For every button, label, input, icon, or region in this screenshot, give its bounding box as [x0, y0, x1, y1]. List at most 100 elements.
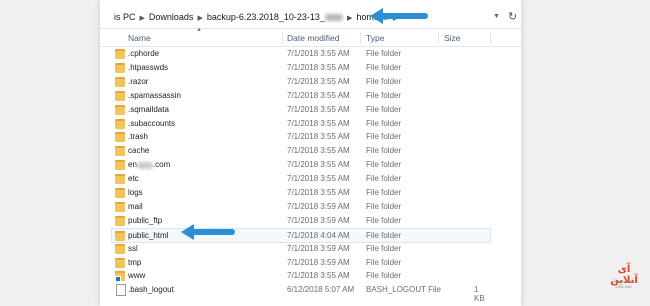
file-row[interactable]: public_html 7/1/2018 4:04 AM File folder: [111, 227, 491, 243]
file-type: File folder: [366, 243, 402, 253]
file-date: 6/12/2018 5:07 AM: [287, 285, 355, 295]
folder-icon: [115, 174, 125, 185]
file-name: tmp: [128, 257, 142, 267]
file-date: 7/1/2018 3:59 AM: [287, 257, 350, 267]
file-date: 7/1/2018 3:59 AM: [287, 201, 350, 211]
file-row[interactable]: .razor 7/1/2018 3:55 AM File folder: [112, 75, 490, 88]
file-date: 7/1/2018 3:59 AM: [287, 215, 350, 225]
file-icon: [116, 284, 126, 297]
file-row[interactable]: cache 7/1/2018 3:55 AM File folder: [112, 144, 490, 157]
folder-icon: [115, 201, 125, 212]
breadcrumb-backup[interactable]: backup-6.23.2018_10-23-13_: [207, 12, 343, 22]
folder-icon: [115, 243, 125, 254]
file-row[interactable]: .htpasswds 7/1/2018 3:55 AM File folder: [112, 61, 490, 74]
folder-icon: [115, 146, 125, 157]
file-date: 7/1/2018 3:55 AM: [287, 160, 350, 170]
file-type: File folder: [366, 160, 402, 170]
column-divider[interactable]: [360, 32, 361, 44]
folder-icon: [115, 132, 125, 143]
column-date[interactable]: Date modified: [287, 33, 339, 43]
breadcrumb: is PC ▶ Downloads ▶ backup-6.23.2018_10-23-1…: [114, 12, 402, 22]
file-row[interactable]: tmp 7/1/2018 3:59 AM File folder: [112, 256, 490, 269]
file-type: File folder: [366, 132, 402, 142]
brand-logo: آی آنلاین IRANHOST ONLINE: [604, 263, 644, 291]
file-row[interactable]: www 7/1/2018 3:55 AM File folder: [112, 269, 490, 283]
file-row[interactable]: mail 7/1/2018 3:59 AM File folder: [112, 200, 490, 213]
column-divider[interactable]: [282, 32, 283, 44]
file-row[interactable]: .trash 7/1/2018 3:55 AM File folder: [112, 130, 490, 143]
folder-icon: [115, 160, 125, 171]
file-type: File folder: [366, 118, 402, 128]
file-row[interactable]: .bash_logout 6/12/2018 5:07 AM BASH_LOGOUT…: [112, 283, 490, 303]
file-type: BASH_LOGOUT File: [366, 285, 441, 295]
file-date: 7/1/2018 3:55 AM: [287, 49, 350, 58]
file-row[interactable]: logs 7/1/2018 3:55 AM File folder: [112, 186, 490, 199]
file-type: File folder: [366, 188, 402, 197]
file-name: public_html: [128, 230, 169, 240]
column-type[interactable]: Type: [366, 33, 384, 43]
file-date: 7/1/2018 4:04 AM: [287, 230, 350, 240]
folder-icon: [115, 215, 125, 226]
breadcrumb-downloads[interactable]: Downloads: [149, 12, 194, 22]
column-size[interactable]: Size: [444, 33, 461, 43]
file-name: .htpasswds: [128, 62, 169, 72]
chevron-right-icon[interactable]: ▶: [140, 15, 145, 22]
folder-icon: [115, 90, 125, 101]
folder-icon: [115, 188, 125, 198]
file-row[interactable]: .spamassassin 7/1/2018 3:55 AM File folder: [112, 89, 490, 102]
folder-shortcut-icon: [115, 271, 125, 283]
file-name: etc: [128, 174, 139, 184]
file-row[interactable]: ssl 7/1/2018 3:59 AM File folder: [112, 242, 490, 255]
file-date: 7/1/2018 3:55 AM: [287, 62, 350, 72]
chevron-right-icon[interactable]: ▶: [197, 15, 202, 22]
file-type: File folder: [366, 49, 402, 58]
file-row[interactable]: public_ftp 7/1/2018 3:59 AM File folder: [112, 214, 490, 227]
file-row[interactable]: .sqmaildata 7/1/2018 3:55 AM File folder: [112, 103, 490, 116]
file-row[interactable]: .subaccounts 7/1/2018 3:55 AM File folder: [112, 117, 490, 130]
file-name: .sqmaildata: [128, 104, 169, 114]
column-divider[interactable]: [438, 32, 439, 44]
file-name: logs: [128, 188, 143, 197]
file-name: .spamassassin: [128, 90, 181, 100]
breadcrumb-this-pc[interactable]: is PC: [114, 12, 136, 22]
file-date: 7/1/2018 3:55 AM: [287, 188, 350, 197]
file-date: 7/1/2018 3:55 AM: [287, 174, 350, 184]
file-type: File folder: [366, 271, 402, 281]
file-type: File folder: [366, 230, 402, 240]
chevron-down-icon[interactable]: ▼: [493, 13, 500, 20]
column-name[interactable]: Name: [128, 33, 151, 43]
file-type: File folder: [366, 174, 402, 184]
file-type: File folder: [366, 257, 402, 267]
chevron-right-icon[interactable]: ▶: [347, 15, 352, 22]
file-date: 7/1/2018 3:55 AM: [287, 118, 350, 128]
file-type: File folder: [366, 201, 402, 211]
file-name: .trash: [128, 132, 149, 142]
file-name: .cphorde: [128, 49, 160, 58]
folder-icon: [115, 104, 125, 115]
file-row[interactable]: etc 7/1/2018 3:55 AM File folder: [112, 172, 490, 185]
file-name: www: [128, 271, 146, 281]
folder-icon: [115, 76, 125, 87]
file-type: File folder: [366, 90, 402, 100]
logo-text: آی آنلاین: [610, 264, 638, 286]
column-divider[interactable]: [490, 32, 491, 44]
refresh-icon[interactable]: ↻: [508, 10, 517, 23]
folder-icon: [115, 49, 125, 59]
file-name: cache: [128, 146, 150, 156]
file-name: .razor: [128, 76, 149, 86]
folder-icon: [115, 230, 125, 241]
address-bar[interactable]: is PC ▶ Downloads ▶ backup-6.23.2018_10-23-1…: [100, 6, 521, 29]
file-row[interactable]: en .com 7/1/2018 3:55 AM File folder: [112, 158, 490, 171]
file-date: 7/1/2018 3:55 AM: [287, 146, 350, 156]
file-row[interactable]: .cphorde 7/1/2018 3:55 AM File folder: [112, 47, 490, 60]
file-name: ssl: [128, 243, 138, 253]
file-date: 7/1/2018 3:55 AM: [287, 76, 350, 86]
file-name: .subaccounts: [128, 118, 176, 128]
file-date: 7/1/2018 3:59 AM: [287, 243, 350, 253]
arrow-annotation-icon: [181, 224, 235, 240]
folder-icon: [115, 257, 125, 268]
folder-icon: [115, 118, 125, 129]
file-date: 7/1/2018 3:55 AM: [287, 132, 350, 142]
file-name: en .com: [128, 160, 171, 170]
file-type: File folder: [366, 104, 402, 114]
